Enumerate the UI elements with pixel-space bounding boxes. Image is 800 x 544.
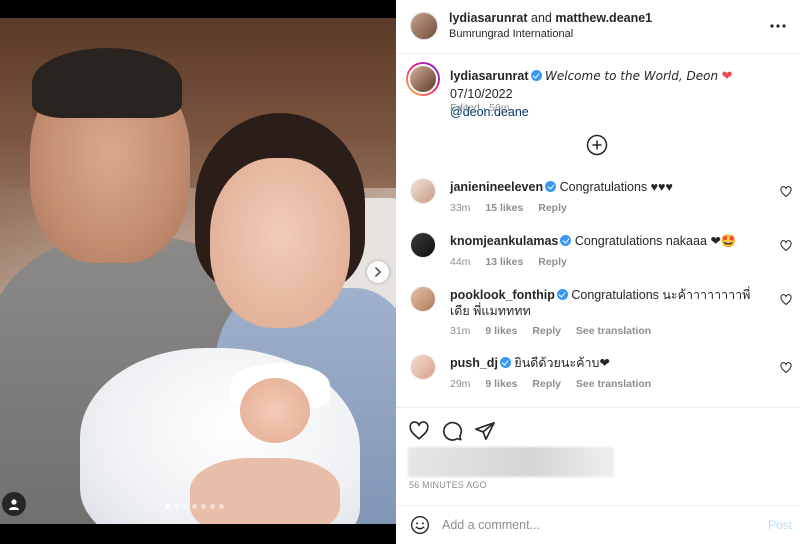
post-timestamp: 56 MINUTES AGO bbox=[409, 480, 487, 490]
comment-likes[interactable]: 9 likes bbox=[485, 325, 517, 337]
comment-text: push_dj ยินดีด้วยนะค้าบ❤ bbox=[450, 355, 770, 371]
post-media bbox=[0, 0, 396, 544]
comment-body: Congratulations nakaaa ❤🤩 bbox=[574, 234, 737, 248]
comment-text: knomjeankulamas Congratulations nakaaa ❤… bbox=[450, 233, 770, 249]
comment-username[interactable]: knomjeankulamas bbox=[450, 234, 558, 248]
comment-bubble-icon[interactable] bbox=[441, 420, 463, 442]
carousel-dot bbox=[210, 504, 215, 509]
comment-time: 44m bbox=[450, 256, 471, 268]
comment-item: pooklook_fonthip Congratulations นะค้าาา… bbox=[396, 280, 800, 346]
post-location[interactable]: Bumrungrad International bbox=[449, 28, 573, 40]
carousel-dot bbox=[192, 504, 197, 509]
plus-circle-icon bbox=[586, 134, 608, 156]
carousel-next-button[interactable] bbox=[367, 261, 389, 283]
caption-heart-emoji: ❤ bbox=[721, 68, 733, 83]
verified-badge-icon bbox=[556, 289, 568, 300]
carousel-dot bbox=[165, 504, 170, 509]
comment-like-heart-icon[interactable] bbox=[780, 186, 792, 198]
caption-username[interactable]: lydiasarunrat bbox=[450, 69, 529, 83]
media-letterbox-top bbox=[0, 0, 396, 18]
comment-reply-button[interactable]: Reply bbox=[532, 378, 561, 390]
post-header: lydiasarunrat and matthew.deane1 Bumrung… bbox=[396, 0, 800, 54]
author-username-1[interactable]: lydiasarunrat bbox=[449, 11, 528, 25]
comment-meta: 33m 15 likes Reply bbox=[450, 202, 579, 214]
comment-input[interactable] bbox=[442, 516, 742, 534]
verified-badge-icon bbox=[560, 235, 572, 246]
comment-meta: 31m 9 likes Reply See translation bbox=[450, 325, 663, 337]
smiley-icon[interactable] bbox=[410, 515, 430, 535]
see-translation-link[interactable]: See translation bbox=[576, 325, 651, 337]
comment-reply-button[interactable]: Reply bbox=[532, 325, 561, 337]
post-actions-bar bbox=[396, 407, 800, 447]
comment-like-heart-icon[interactable] bbox=[780, 294, 792, 306]
caption-avatar bbox=[408, 64, 438, 94]
comment-body: ยินดีด้วยนะค้าบ❤ bbox=[514, 356, 610, 370]
author-username-2[interactable]: matthew.deane1 bbox=[555, 11, 652, 25]
comment-avatar[interactable] bbox=[410, 178, 436, 204]
more-options-button[interactable] bbox=[768, 18, 788, 34]
comment-avatar[interactable] bbox=[410, 232, 436, 258]
verified-badge-icon bbox=[530, 70, 542, 81]
comment-reply-button[interactable]: Reply bbox=[538, 202, 567, 214]
comment-meta: 29m 9 likes Reply See translation bbox=[450, 378, 663, 390]
comment-item: push_dj ยินดีด้วยนะค้าบ❤ 29m 9 likes Rep… bbox=[396, 348, 800, 402]
caption-meta: Edited · 56m bbox=[450, 102, 510, 114]
carousel-dot bbox=[183, 504, 188, 509]
caption-body: Welcome to the World, Deon bbox=[545, 69, 719, 83]
post-photo[interactable] bbox=[0, 18, 396, 524]
comment-avatar[interactable] bbox=[410, 354, 436, 380]
media-letterbox-bottom bbox=[0, 524, 396, 544]
caption-date: 07/10/2022 bbox=[450, 87, 513, 101]
comment-username[interactable]: pooklook_fonthip bbox=[450, 288, 555, 302]
carousel-dot bbox=[219, 504, 224, 509]
chevron-right-icon bbox=[375, 267, 382, 277]
post-authors: lydiasarunrat and matthew.deane1 bbox=[449, 11, 652, 25]
tagged-users-button[interactable] bbox=[2, 492, 26, 516]
photo-woman-face bbox=[210, 158, 350, 328]
see-translation-link[interactable]: See translation bbox=[576, 378, 651, 390]
carousel-dot bbox=[201, 504, 206, 509]
user-tag-icon bbox=[9, 499, 19, 510]
paper-plane-icon[interactable] bbox=[474, 420, 496, 442]
comment-likes[interactable]: 15 likes bbox=[485, 202, 523, 214]
photo-baby-face bbox=[240, 378, 310, 443]
carousel-dots bbox=[165, 504, 224, 509]
comment-likes[interactable]: 13 likes bbox=[485, 256, 523, 268]
comment-item: janienineeleven Congratulations ♥♥♥ 33m … bbox=[396, 172, 800, 226]
photo-man-hair bbox=[32, 48, 182, 118]
comment-time: 29m bbox=[450, 378, 471, 390]
comment-username[interactable]: janienineeleven bbox=[450, 180, 543, 194]
heart-outline-icon[interactable] bbox=[408, 420, 430, 442]
more-horizontal-icon bbox=[770, 24, 786, 28]
author-avatar[interactable] bbox=[410, 12, 438, 40]
comment-body: Congratulations ♥♥♥ bbox=[559, 180, 673, 194]
caption-avatar-story-ring[interactable] bbox=[406, 62, 440, 96]
comment-reply-button[interactable]: Reply bbox=[538, 256, 567, 268]
photo-hand bbox=[190, 458, 340, 524]
comment-like-heart-icon[interactable] bbox=[780, 240, 792, 252]
comment-username[interactable]: push_dj bbox=[450, 356, 498, 370]
verified-badge-icon bbox=[499, 357, 511, 368]
comment-text: janienineeleven Congratulations ♥♥♥ bbox=[450, 179, 770, 195]
comment-meta: 44m 13 likes Reply bbox=[450, 256, 579, 268]
post-sidebar: lydiasarunrat and matthew.deane1 Bumrung… bbox=[396, 0, 800, 544]
likes-summary-blurred[interactable] bbox=[408, 447, 614, 477]
post-comment-button[interactable]: Post bbox=[768, 518, 792, 532]
comment-time: 33m bbox=[450, 202, 471, 214]
authors-conjunction: and bbox=[531, 11, 552, 25]
comment-like-heart-icon[interactable] bbox=[780, 362, 792, 374]
comment-avatar[interactable] bbox=[410, 286, 436, 312]
verified-badge-icon bbox=[545, 181, 557, 192]
comment-time: 31m bbox=[450, 325, 471, 337]
carousel-dot bbox=[174, 504, 179, 509]
comment-likes[interactable]: 9 likes bbox=[485, 378, 517, 390]
comment-item: knomjeankulamas Congratulations nakaaa ❤… bbox=[396, 226, 800, 280]
comment-text: pooklook_fonthip Congratulations นะค้าาา… bbox=[450, 287, 770, 319]
add-comment-bar: Post bbox=[396, 505, 800, 544]
load-more-comments-button[interactable] bbox=[586, 134, 608, 156]
